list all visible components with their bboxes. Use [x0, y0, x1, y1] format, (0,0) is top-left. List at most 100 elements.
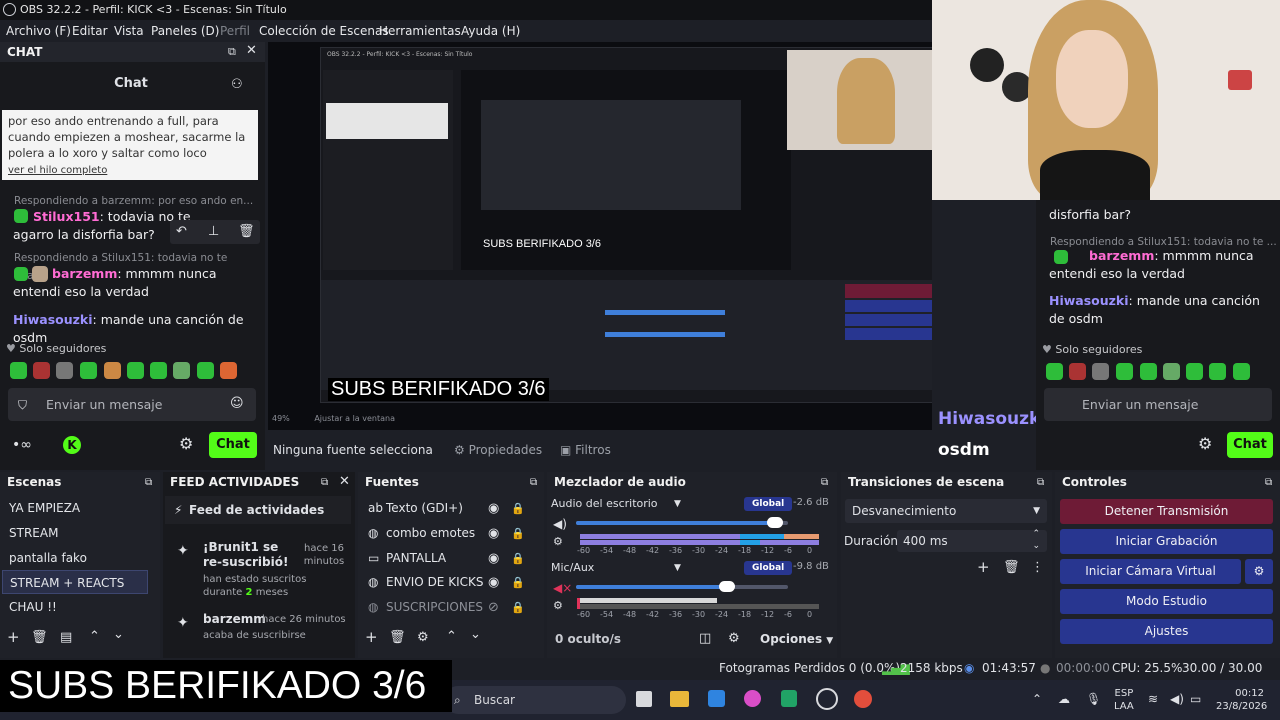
- obs-taskbar-icon[interactable]: [816, 688, 838, 710]
- emote-icon[interactable]: [1186, 363, 1203, 380]
- lock-icon[interactable]: 🔒: [511, 601, 525, 615]
- virtual-camera-settings-button[interactable]: ⚙: [1245, 559, 1273, 584]
- chat-username[interactable]: Stilux151: [33, 209, 100, 224]
- speaker-icon[interactable]: ◀): [553, 517, 567, 531]
- add-icon[interactable]: +: [7, 630, 20, 645]
- battery-icon[interactable]: ▭: [1190, 692, 1201, 706]
- duration-input[interactable]: 400 ms ⌃ ⌄: [897, 528, 1047, 552]
- menu-ayuda[interactable]: Ayuda (H): [461, 20, 520, 42]
- scene-item[interactable]: CHAU !!: [2, 595, 150, 619]
- chevron-down-icon[interactable]: ▼: [674, 497, 681, 511]
- filters-button[interactable]: ▣ Filtros: [560, 443, 611, 457]
- float-icon[interactable]: ⧉: [530, 476, 537, 490]
- add-icon[interactable]: +: [365, 630, 378, 645]
- float-icon[interactable]: ⧉: [145, 476, 152, 490]
- mixer-settings-icon[interactable]: ⚙: [728, 632, 740, 646]
- emote-icon[interactable]: [150, 362, 167, 379]
- scene-item[interactable]: pantalla fako: [2, 546, 150, 570]
- move-down-icon[interactable]: ⌄: [113, 628, 124, 642]
- chevron-up-icon[interactable]: ⌃: [1032, 692, 1042, 706]
- emote-icon[interactable]: [80, 362, 97, 379]
- settings-gear-icon[interactable]: ⚙: [553, 599, 563, 613]
- copilot-icon[interactable]: [744, 690, 761, 707]
- emote-icon[interactable]: [173, 362, 190, 379]
- lock-icon[interactable]: 🔒: [511, 576, 525, 590]
- move-up-icon[interactable]: ⌃: [89, 630, 100, 644]
- menu-herramientas[interactable]: Herramientas: [379, 20, 461, 42]
- task-view-icon[interactable]: [636, 691, 652, 707]
- start-recording-button[interactable]: Iniciar Grabación: [1060, 529, 1273, 554]
- float-icon[interactable]: ⧉: [1037, 476, 1044, 490]
- settings-button[interactable]: Ajustes: [1060, 619, 1273, 644]
- eye-icon[interactable]: ◉: [488, 552, 499, 566]
- users-icon[interactable]: ⚇: [231, 78, 243, 92]
- more-icon[interactable]: ⋮: [1031, 561, 1044, 575]
- lock-icon[interactable]: 🔒: [511, 502, 525, 516]
- emote-icon[interactable]: [197, 362, 214, 379]
- message-input[interactable]: Enviar un mensaje: [8, 388, 256, 421]
- scene-item-selected[interactable]: STREAM + REACTS: [2, 570, 148, 594]
- move-down-icon[interactable]: ⌄: [470, 628, 481, 642]
- emote-icon[interactable]: [220, 362, 237, 379]
- emote-icon[interactable]: [127, 362, 144, 379]
- emoji-icon[interactable]: ☺: [230, 397, 244, 411]
- cloud-icon[interactable]: ☁: [1058, 692, 1070, 706]
- eye-icon[interactable]: ◉: [488, 576, 499, 590]
- menu-perfil[interactable]: Perfil: [220, 20, 250, 42]
- chat-username[interactable]: Hiwasouzki: [1049, 293, 1129, 308]
- emote-icon[interactable]: [1069, 363, 1086, 380]
- lock-icon[interactable]: 🔒: [511, 527, 525, 541]
- options-button[interactable]: Opciones ▼: [760, 632, 833, 646]
- pin-icon[interactable]: ⊥: [208, 225, 219, 239]
- move-up-icon[interactable]: ⌃: [446, 630, 457, 644]
- properties-button[interactable]: ⚙ Propiedades: [454, 443, 542, 457]
- volume-icon[interactable]: ◀): [1170, 692, 1184, 706]
- delete-icon[interactable]: 🗑: [31, 631, 48, 645]
- scene-item[interactable]: YA EMPIEZA: [2, 496, 150, 520]
- delete-icon[interactable]: 🗑: [238, 225, 255, 239]
- file-explorer-icon[interactable]: [670, 691, 689, 707]
- chat-username[interactable]: barzemm: [1089, 248, 1154, 263]
- menu-paneles[interactable]: Paneles (D): [151, 20, 219, 42]
- emote-icon[interactable]: [1163, 363, 1180, 380]
- wifi-icon[interactable]: ≋: [1148, 692, 1158, 706]
- connections-icon[interactable]: •∞: [12, 438, 32, 452]
- reply-icon[interactable]: ↶: [176, 225, 187, 239]
- transition-select[interactable]: Desvanecimiento ▼: [845, 499, 1047, 523]
- mic-icon[interactable]: 🎙: [1086, 692, 1101, 706]
- settings-gear-icon[interactable]: ⚙: [553, 535, 563, 549]
- stepper-icon[interactable]: ⌃ ⌄: [1032, 528, 1040, 552]
- muted-speaker-icon[interactable]: ◀×: [553, 581, 572, 595]
- chat-username[interactable]: Hiwasouzki: [13, 312, 93, 327]
- close-icon[interactable]: ✕: [339, 475, 350, 489]
- float-icon[interactable]: ⧉: [821, 476, 828, 490]
- float-icon[interactable]: ⧉: [228, 45, 236, 59]
- eye-off-icon[interactable]: ⊘: [488, 601, 499, 615]
- eye-icon[interactable]: ◉: [488, 502, 499, 516]
- tooltip-link[interactable]: ver el hilo completo: [8, 165, 107, 176]
- send-chat-button[interactable]: Chat: [209, 432, 257, 458]
- menu-archivo[interactable]: Archivo (F): [6, 20, 71, 42]
- language-indicator[interactable]: ESP LAA: [1114, 687, 1134, 713]
- volume-slider-handle[interactable]: [767, 517, 783, 528]
- studio-mode-button[interactable]: Modo Estudio: [1060, 589, 1273, 614]
- chat-username[interactable]: barzemm: [52, 266, 117, 281]
- start-virtual-camera-button[interactable]: Iniciar Cámara Virtual: [1060, 559, 1241, 584]
- settings-gear-icon[interactable]: ⚙: [417, 631, 429, 645]
- chrome-icon[interactable]: [854, 690, 872, 708]
- emote-icon[interactable]: [1116, 363, 1133, 380]
- emote-icon[interactable]: [1046, 363, 1063, 380]
- right-send-chat-button[interactable]: Chat: [1227, 432, 1273, 458]
- settings-gear-icon[interactable]: ⚙: [179, 436, 193, 452]
- chevron-down-icon[interactable]: ▼: [674, 561, 681, 575]
- excel-icon[interactable]: [781, 690, 797, 707]
- fit-label[interactable]: Ajustar a la ventana: [314, 414, 395, 423]
- menu-editar[interactable]: Editar: [72, 20, 108, 42]
- emote-icon[interactable]: [1233, 363, 1250, 380]
- volume-slider-handle[interactable]: [719, 581, 735, 592]
- scene-item[interactable]: STREAM: [2, 521, 150, 545]
- float-icon[interactable]: ⧉: [1265, 476, 1272, 490]
- filter-icon[interactable]: ▤: [60, 631, 72, 645]
- emote-icon[interactable]: [104, 362, 121, 379]
- right-message-input[interactable]: Enviar un mensaje: [1044, 388, 1272, 421]
